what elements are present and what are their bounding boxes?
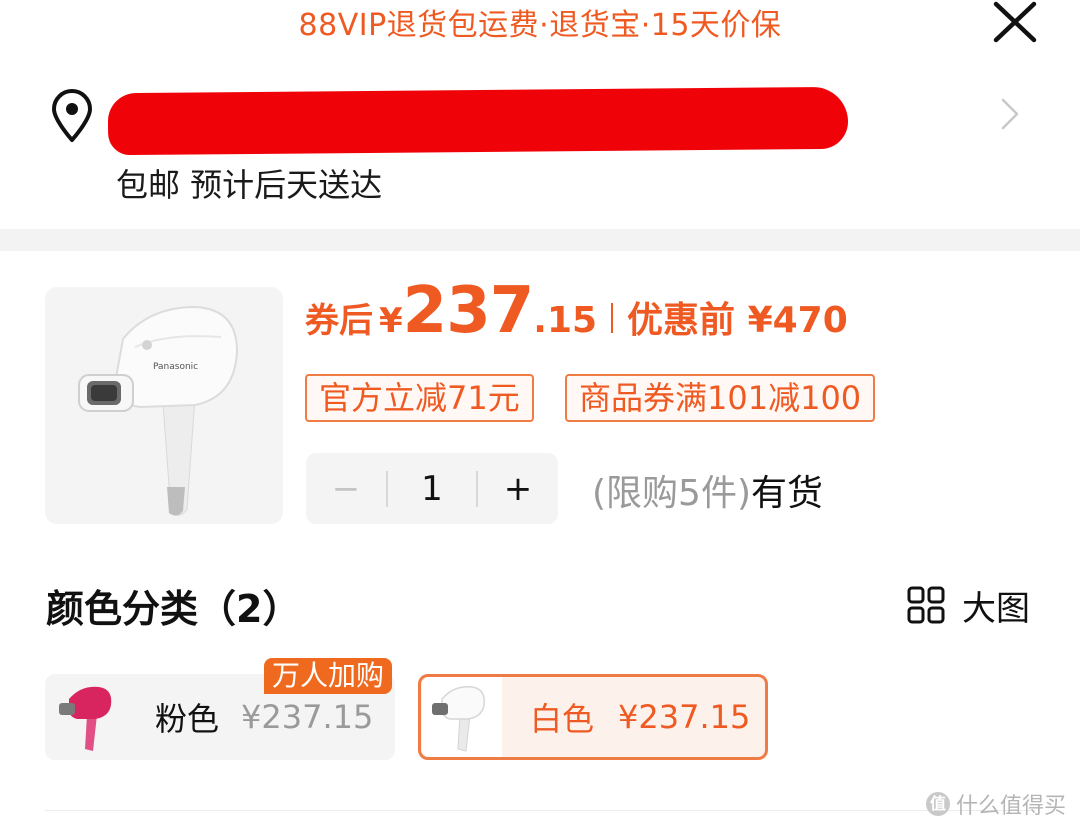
- close-button[interactable]: [990, 0, 1042, 48]
- site-watermark: 值 什么值得买: [925, 788, 1066, 820]
- section-divider: [0, 229, 1080, 251]
- decrease-quantity-button[interactable]: −: [306, 469, 386, 509]
- location-pin-icon: [52, 89, 92, 142]
- quantity-value[interactable]: 1: [388, 469, 476, 509]
- delivery-address-row[interactable]: 包邮 预计后天送达: [0, 78, 1080, 218]
- chevron-right-icon: [1001, 98, 1019, 130]
- big-image-label: 大图: [962, 588, 1030, 629]
- product-image[interactable]: Panasonic: [45, 287, 283, 524]
- vip-benefits-banner: 88VIP退货包运费·退货宝·15天价保: [298, 8, 782, 43]
- currency-symbol: ¥: [379, 301, 403, 341]
- color-option-price: ¥237.15: [618, 698, 751, 736]
- option-thumbnail: [422, 677, 502, 757]
- watermark-text: 什么值得买: [955, 794, 1066, 819]
- purchase-limit: (限购5件): [592, 473, 751, 514]
- shipping-estimate: 包邮 预计后天送达: [116, 166, 383, 204]
- sku-selection-sheet: 88VIP退货包运费·退货宝·15天价保 包邮 预计后天送达 Panasonic…: [0, 0, 1080, 824]
- color-option-price: ¥237.15: [241, 698, 374, 736]
- coupon-tag: 商品券满101减100: [565, 374, 876, 422]
- stock-status: (限购5件)有货: [592, 464, 823, 516]
- color-option-name: 粉色: [155, 700, 220, 738]
- original-price: 优惠前 ¥470: [627, 300, 848, 341]
- close-icon: [993, 1, 1037, 43]
- pink-dryer-thumbnail: [59, 686, 112, 751]
- color-option-white[interactable]: 白色 ¥237.15: [418, 674, 768, 760]
- increase-quantity-button[interactable]: +: [478, 469, 558, 509]
- price-label: 券后: [305, 301, 373, 341]
- price-integer: 237: [402, 274, 535, 348]
- price-row: 券后 ¥ 237 .15 优惠前 ¥470: [305, 274, 848, 350]
- white-dryer-thumbnail: [432, 686, 485, 752]
- watermark-logo: 值: [925, 792, 950, 816]
- option-thumbnail: [49, 677, 129, 757]
- svg-text:Panasonic: Panasonic: [153, 362, 198, 372]
- color-section-title: 颜色分类（2）: [46, 587, 301, 631]
- price-separator: [611, 303, 614, 333]
- discount-tag: 官方立减71元: [305, 374, 534, 422]
- hair-dryer-image: Panasonic: [78, 305, 239, 516]
- popular-badge: 万人加购: [264, 658, 393, 694]
- bottom-divider: [45, 810, 1035, 811]
- grid-icon: [907, 586, 945, 624]
- big-image-toggle[interactable]: 大图: [906, 582, 1030, 629]
- color-option-name: 白色: [530, 700, 595, 738]
- address-redaction: [107, 86, 849, 156]
- price-decimal: .15: [533, 300, 598, 341]
- quantity-stepper: − 1 +: [306, 453, 558, 524]
- stock-availability: 有货: [751, 473, 824, 514]
